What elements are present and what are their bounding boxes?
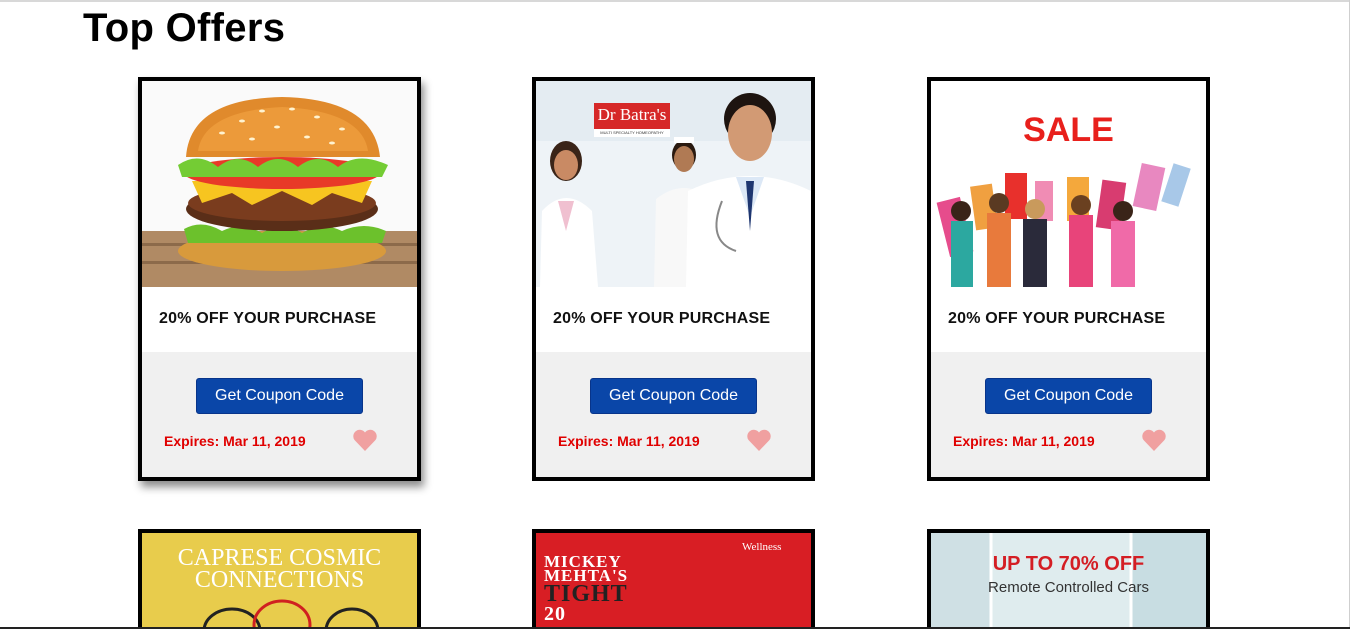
offer-footer: Get Coupon Code Expires: Mar 11, 2019	[931, 352, 1206, 477]
banner-line: TIGHT	[544, 581, 628, 607]
offer-image-cars: UP TO 70% OFF Remote Controlled Cars	[931, 533, 1206, 629]
heart-icon[interactable]	[746, 428, 772, 452]
sale-banner: SALE	[1023, 111, 1114, 149]
offer-footer: Get Coupon Code Expires: Mar 11, 2019	[536, 352, 811, 477]
offer-image-caprese: CAPRESE COSMIC CONNECTIONS	[142, 533, 417, 629]
offer-card[interactable]: 20% OFF YOUR PURCHASE Get Coupon Code Ex…	[138, 77, 421, 481]
page-title: Top Offers	[83, 6, 286, 50]
offer-card[interactable]: Dr Batra's MULTI SPECIALTY HOMEOPATHY 20…	[532, 77, 815, 481]
offer-footer: Get Coupon Code Expires: Mar 11, 2019	[142, 352, 417, 477]
offer-image-mickey: Wellness MICKEY MEHTA'S TIGHT 20	[536, 533, 811, 629]
offer-card[interactable]: SALE 20% OFF YOUR PURCHASE Get Coupon Co…	[927, 77, 1210, 481]
offer-card[interactable]: Wellness MICKEY MEHTA'S TIGHT 20	[532, 529, 815, 629]
brand-corner: Wellness	[742, 541, 782, 553]
banner-line: UP TO 70% OFF	[992, 553, 1145, 575]
heart-icon[interactable]	[1141, 428, 1167, 452]
expiry-date: Expires: Mar 11, 2019	[953, 433, 1095, 449]
get-coupon-button[interactable]: Get Coupon Code	[590, 378, 757, 414]
offer-title: 20% OFF YOUR PURCHASE	[948, 310, 1166, 327]
expiry-date: Expires: Mar 11, 2019	[164, 433, 306, 449]
offer-title: 20% OFF YOUR PURCHASE	[159, 310, 377, 327]
brand-logo: Dr Batra's	[597, 105, 667, 124]
get-coupon-button[interactable]: Get Coupon Code	[985, 378, 1152, 414]
offer-title: 20% OFF YOUR PURCHASE	[553, 310, 771, 327]
brand-tagline: MULTI SPECIALTY HOMEOPATHY	[600, 130, 664, 135]
banner-line: 20	[544, 603, 566, 625]
expiry-date: Expires: Mar 11, 2019	[558, 433, 700, 449]
offer-card[interactable]: UP TO 70% OFF Remote Controlled Cars	[927, 529, 1210, 629]
offer-image-sale: SALE	[931, 81, 1206, 287]
get-coupon-button[interactable]: Get Coupon Code	[196, 378, 363, 414]
offer-card[interactable]: CAPRESE COSMIC CONNECTIONS	[138, 529, 421, 629]
offer-image-burger	[142, 81, 417, 287]
top-divider	[0, 0, 1350, 2]
heart-icon[interactable]	[352, 428, 378, 452]
offer-image-doctors: Dr Batra's MULTI SPECIALTY HOMEOPATHY	[536, 81, 811, 287]
banner-line: Remote Controlled Cars	[988, 579, 1149, 596]
